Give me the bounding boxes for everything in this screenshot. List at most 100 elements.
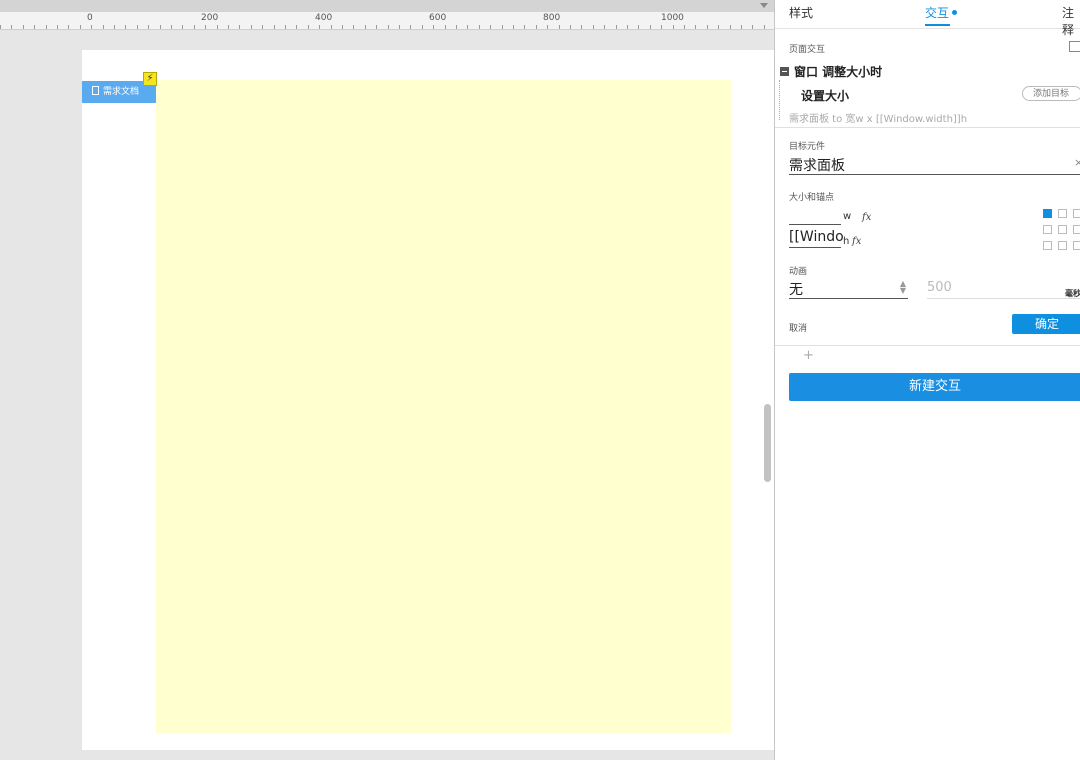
ruler-tick (376, 25, 377, 29)
ruler-tick (604, 25, 605, 29)
ruler-tick (673, 25, 674, 29)
active-tab-indicator (925, 24, 950, 26)
collapse-icon[interactable] (780, 67, 789, 76)
target-select[interactable]: 需求面板 (789, 155, 845, 175)
ruler-tick (194, 25, 195, 29)
ruler-tick (11, 25, 12, 29)
fx-icon[interactable]: fx (862, 212, 871, 223)
dropdown-arrow-icon[interactable] (760, 3, 768, 8)
ruler-tick (114, 25, 115, 29)
ruler-tick (296, 25, 297, 29)
ruler-tick (160, 25, 161, 29)
anchor-middle-left[interactable] (1043, 225, 1052, 234)
ruler-tick (217, 25, 218, 29)
ruler-tick (445, 25, 446, 29)
tab-interaction[interactable]: 交互 (925, 4, 958, 21)
ruler-tick (103, 25, 104, 29)
ruler-label: 400 (315, 13, 333, 23)
ruler-tick (57, 25, 58, 29)
anchor-middle-center[interactable] (1058, 225, 1067, 234)
page-interaction-label: 页面交互 (789, 45, 826, 55)
ruler-tick (353, 25, 354, 29)
ok-button[interactable]: 确定 (1012, 314, 1080, 334)
ruler-label: 0 (87, 13, 93, 23)
cancel-link[interactable]: 取消 (789, 321, 807, 334)
active-dot-icon (952, 10, 958, 15)
ruler-tick (593, 25, 594, 29)
duration-unit: 毫秒 (1065, 289, 1080, 298)
ruler-tick (433, 25, 434, 29)
requirement-panel[interactable] (156, 80, 731, 733)
ruler-tick (684, 25, 685, 29)
animation-label: 动画 (789, 267, 808, 277)
ruler-label: 1000 (661, 13, 684, 23)
ruler-tick (707, 25, 708, 29)
width-underline (789, 224, 841, 225)
ruler-tick (479, 25, 480, 29)
anchor-bottom-center[interactable] (1058, 241, 1067, 250)
checkbox[interactable] (1069, 41, 1080, 52)
ruler-tick (456, 25, 457, 29)
ruler-tick (319, 25, 320, 29)
action-label[interactable]: 设置大小 (801, 87, 849, 104)
ruler-tick (68, 25, 69, 29)
ruler-tick (285, 25, 286, 29)
tab-style[interactable]: 样式 (789, 4, 813, 21)
ruler-tick (125, 25, 126, 29)
ruler-tick (342, 25, 343, 29)
animation-select[interactable]: 无 (789, 279, 803, 299)
ruler-label: 800 (543, 13, 561, 23)
vertical-scrollbar[interactable] (764, 404, 771, 482)
anchor-top-right[interactable] (1073, 209, 1080, 218)
ruler-tick (547, 25, 548, 29)
horizontal-ruler: 0 200 400 600 800 1000 (0, 12, 774, 30)
ruler-tick (627, 25, 628, 29)
action-summary: 需求面板 to 宽w x [[Window.width]]h (789, 114, 968, 125)
ruler-tick (513, 25, 514, 29)
ruler-tick (91, 25, 92, 29)
size-anchor-label: 大小和锚点 (789, 193, 835, 203)
add-icon[interactable]: + (803, 348, 814, 363)
ruler-tick (46, 25, 47, 29)
anchor-top-left[interactable] (1043, 209, 1052, 218)
tab-notes[interactable]: 注释 (1062, 4, 1080, 38)
inspector-tabs: 样式 交互 注释 (775, 0, 1080, 37)
fx-icon[interactable]: fx (852, 236, 861, 247)
divider (775, 345, 1080, 346)
anchor-bottom-left[interactable] (1043, 241, 1052, 250)
new-interaction-button[interactable]: 新建交互 (789, 373, 1080, 401)
width-input[interactable] (789, 208, 841, 224)
animation-underline (789, 298, 908, 299)
clear-icon[interactable]: × (1074, 156, 1080, 169)
height-unit: h (843, 236, 850, 247)
document-icon (92, 86, 99, 95)
ruler-tick (365, 25, 366, 29)
ruler-tick (524, 25, 525, 29)
anchor-bottom-right[interactable] (1073, 241, 1080, 250)
ruler-tick (0, 25, 1, 29)
ruler-tick (399, 25, 400, 29)
duration-input[interactable]: 500 (927, 280, 952, 295)
ruler-label: 600 (429, 13, 447, 23)
add-target-button[interactable]: 添加目标 (1022, 86, 1080, 101)
anchor-middle-right[interactable] (1073, 225, 1080, 234)
ruler-tick (536, 25, 537, 29)
anchor-top-center[interactable] (1058, 209, 1067, 218)
ruler-tick (764, 25, 765, 29)
inspector-panel: 样式 交互 注释 页面交互 窗口 调整大小时 设置大小 添加目标 需求面板 to… (775, 0, 1080, 760)
ruler-tick (570, 25, 571, 29)
divider (775, 127, 1080, 128)
ruler-tick (308, 25, 309, 29)
ruler-tick (650, 25, 651, 29)
target-underline (789, 174, 1080, 175)
ruler-tick (559, 25, 560, 29)
spinner-arrows-icon[interactable]: ▲ ▼ (899, 280, 907, 295)
ruler-tick (730, 25, 731, 29)
event-label[interactable]: 窗口 调整大小时 (794, 63, 882, 80)
ruler-tick (171, 25, 172, 29)
ruler-tick (331, 25, 332, 29)
height-input[interactable]: [[Windo (789, 229, 843, 245)
ruler-tick (616, 25, 617, 29)
ruler-tick (23, 25, 24, 29)
lightning-icon[interactable]: ⚡ (143, 72, 157, 86)
